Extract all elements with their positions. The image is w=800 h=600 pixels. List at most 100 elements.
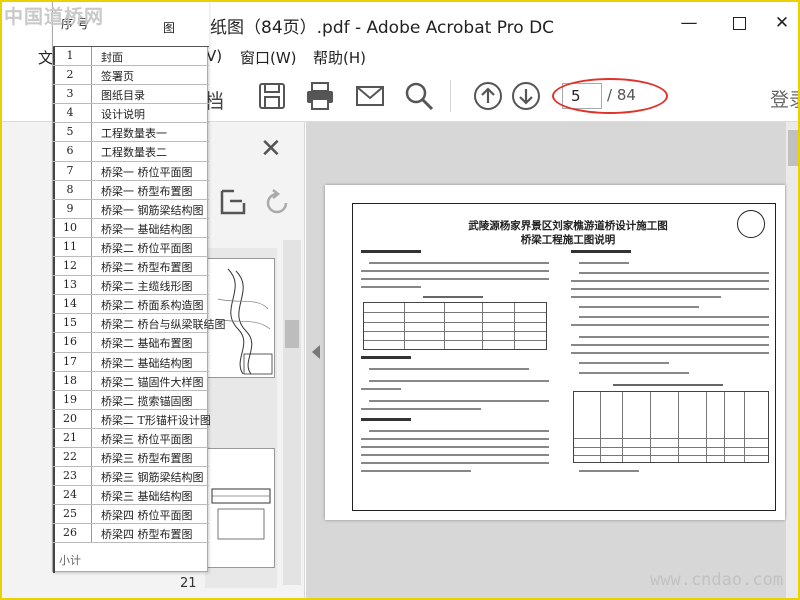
collapse-panel-icon[interactable] <box>312 345 320 359</box>
column-divider <box>91 371 92 390</box>
index-row: 25 桥梁四 桥位平面图 <box>53 505 209 525</box>
index-row-number: 15 <box>63 316 77 330</box>
index-row-number: 18 <box>63 373 77 387</box>
index-row-number: 26 <box>63 526 77 540</box>
maximize-icon <box>732 16 746 30</box>
save-icon[interactable] <box>256 80 288 112</box>
text-line <box>361 438 549 440</box>
column-divider <box>91 199 92 218</box>
column-divider <box>91 66 92 85</box>
page-down-icon[interactable] <box>510 80 542 112</box>
index-row-title: 桥梁一 桥型布置图 <box>101 184 193 198</box>
index-row: 16 桥梁二 基础布置图 <box>53 333 209 353</box>
highlight-oval <box>552 78 668 114</box>
index-row-title: 签署页 <box>101 70 134 84</box>
index-row-number: 1 <box>66 49 74 62</box>
index-row: 9 桥梁一 钢筋梁结构图 <box>53 199 209 219</box>
close-panel-icon[interactable]: ✕ <box>260 134 282 164</box>
text-line <box>361 446 549 448</box>
column-divider <box>91 524 92 543</box>
column-divider <box>91 295 92 314</box>
watermark-logo: 中国道桥网 <box>4 6 105 28</box>
text-line <box>571 296 721 298</box>
index-row-title: 桥梁四 桥位平面图 <box>101 509 193 523</box>
index-row: 22 桥梁三 桥型布置图 <box>53 447 209 468</box>
index-row-title: 桥梁二 主缆线形图 <box>101 280 193 294</box>
login-button[interactable]: 登录 <box>770 85 800 112</box>
index-row-title: 桥梁二 桥台与纵梁联结图 <box>101 318 226 332</box>
text-line <box>361 462 549 464</box>
column-divider <box>91 505 92 524</box>
index-row: 20 桥梁二 T形锚杆设计图 <box>53 409 211 429</box>
index-row: 7 桥梁一 桥位平面图 <box>53 161 209 181</box>
index-footer: 小计 <box>59 554 81 567</box>
index-row-title: 桥梁二 桥型布置图 <box>101 261 193 275</box>
text-line <box>369 400 549 402</box>
index-row-number: 2 <box>66 68 74 82</box>
index-row-title: 桥梁三 基础结构图 <box>101 490 193 504</box>
index-row-title: 桥梁二 锚固件大样图 <box>101 375 204 389</box>
index-row-number: 22 <box>63 449 77 463</box>
section-heading <box>571 250 631 253</box>
text-line <box>571 280 769 282</box>
text-line <box>579 470 639 472</box>
index-row-number: 4 <box>66 106 74 120</box>
viewer-scrollbar[interactable] <box>786 122 800 600</box>
menu-help[interactable]: 帮助(H) <box>313 47 366 68</box>
menu-window[interactable]: 窗口(W) <box>240 47 297 68</box>
column-divider <box>91 142 92 161</box>
index-row-title: 桥梁二 桥面系构造图 <box>101 299 204 313</box>
window-title: 纸图（84页）.pdf - Adobe Acrobat Pro DC <box>210 18 555 38</box>
index-row-title: 桥梁四 桥型布置图 <box>101 528 193 542</box>
print-icon[interactable] <box>304 80 336 112</box>
scrollbar-thumb[interactable] <box>788 130 798 166</box>
index-row: 15 桥梁二 桥台与纵梁联结图 <box>53 314 226 334</box>
search-icon[interactable] <box>403 80 435 112</box>
pdf-title: 武陵源杨家界景区刘家樵游道桥设计施工图 <box>468 220 668 232</box>
text-line <box>579 362 669 364</box>
text-line <box>361 470 471 472</box>
index-row-title: 桥梁三 桥位平面图 <box>101 432 193 446</box>
scrollbar-thumb[interactable] <box>285 320 299 348</box>
index-row-number: 12 <box>63 259 77 273</box>
text-line <box>361 408 481 410</box>
index-row: 4 设计说明 <box>53 104 209 124</box>
index-row-number: 19 <box>63 392 77 406</box>
index-row-title: 封面 <box>101 51 123 64</box>
text-line <box>361 286 421 288</box>
index-row-title: 桥梁一 桥位平面图 <box>101 165 193 179</box>
text-line <box>579 336 769 338</box>
column-divider <box>91 486 92 505</box>
index-row: 13 桥梁二 主缆线形图 <box>53 276 209 296</box>
close-window-button[interactable]: ✕ <box>765 8 799 38</box>
email-icon[interactable] <box>354 80 386 112</box>
text-line <box>579 306 699 308</box>
text-line <box>571 324 769 326</box>
index-row-number: 16 <box>63 335 77 349</box>
column-divider <box>91 47 92 66</box>
page-up-icon[interactable] <box>472 80 504 112</box>
extract-pages-icon[interactable] <box>218 187 248 217</box>
column-divider <box>91 352 92 371</box>
index-row: 6 工程数量表二 <box>53 142 209 162</box>
pdf-subtitle: 桥梁工程施工图说明 <box>520 234 616 246</box>
toolbar-separator <box>450 80 451 112</box>
thumbnail-scrollbar[interactable] <box>283 240 301 585</box>
text-line <box>361 278 549 280</box>
column-divider <box>91 237 92 257</box>
index-row-number: 7 <box>66 163 74 177</box>
rotate-icon[interactable] <box>262 188 292 218</box>
table-caption <box>613 384 723 386</box>
index-row-title: 桥梁三 桥型布置图 <box>101 451 193 465</box>
index-row-number: 14 <box>63 297 77 311</box>
index-row-number: 10 <box>63 220 77 234</box>
minimize-button[interactable]: — <box>672 8 706 38</box>
menu-file[interactable]: 文 <box>38 47 53 68</box>
column-divider <box>91 447 92 467</box>
page-thumbnail[interactable] <box>207 448 275 568</box>
column-divider <box>91 180 92 199</box>
text-line <box>579 272 769 274</box>
index-row-title: 桥梁一 基础结构图 <box>101 222 193 236</box>
text-line <box>361 454 549 456</box>
maximize-button[interactable] <box>722 8 756 38</box>
